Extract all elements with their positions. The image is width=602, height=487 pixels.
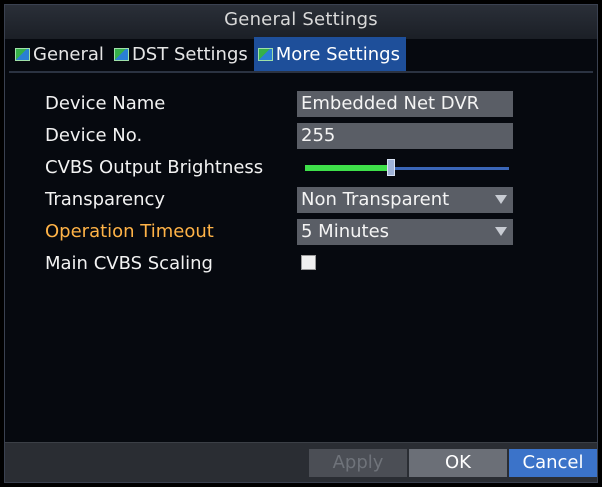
transparency-select[interactable]: Non Transparent bbox=[297, 187, 513, 213]
device-name-field[interactable]: Embedded Net DVR bbox=[297, 91, 513, 117]
tab-general-label: General bbox=[33, 43, 104, 65]
window-title: General Settings bbox=[224, 9, 378, 30]
settings-panel: Device Name Embedded Net DVR Device No. … bbox=[9, 71, 593, 441]
tab-dst-label: DST Settings bbox=[131, 43, 248, 65]
title-bar: General Settings bbox=[5, 5, 597, 39]
transparency-label: Transparency bbox=[45, 189, 166, 210]
device-name-row: Device Name Embedded Net DVR bbox=[9, 89, 593, 119]
tab-bar: General DST Settings More Settings bbox=[11, 37, 406, 71]
operation-timeout-select[interactable]: 5 Minutes bbox=[297, 219, 513, 245]
device-no-label: Device No. bbox=[45, 125, 143, 146]
tab-more-label: More Settings bbox=[275, 43, 400, 65]
tab-general-icon bbox=[15, 47, 30, 61]
transparency-row: Transparency Non Transparent bbox=[9, 185, 593, 215]
tab-dst-settings[interactable]: DST Settings bbox=[110, 37, 254, 71]
operation-timeout-row: Operation Timeout 5 Minutes bbox=[9, 217, 593, 247]
general-settings-window: General Settings General DST Settings Mo… bbox=[4, 4, 598, 483]
chevron-down-icon bbox=[495, 227, 507, 236]
main-cvbs-scaling-checkbox[interactable] bbox=[301, 255, 316, 270]
device-no-field[interactable]: 255 bbox=[297, 123, 513, 149]
operation-timeout-label: Operation Timeout bbox=[45, 221, 214, 242]
main-cvbs-scaling-row: Main CVBS Scaling bbox=[9, 249, 593, 279]
device-name-label: Device Name bbox=[45, 93, 166, 114]
cvbs-brightness-label: CVBS Output Brightness bbox=[45, 157, 264, 178]
operation-timeout-value: 5 Minutes bbox=[301, 221, 390, 242]
tab-dst-icon bbox=[113, 47, 129, 61]
device-no-row: Device No. 255 bbox=[9, 121, 593, 151]
tab-general[interactable]: General bbox=[11, 37, 110, 71]
apply-button[interactable]: Apply bbox=[309, 449, 407, 477]
brightness-slider[interactable] bbox=[305, 153, 509, 183]
transparency-value: Non Transparent bbox=[301, 189, 450, 210]
cvbs-brightness-row: CVBS Output Brightness bbox=[9, 153, 593, 183]
cancel-button[interactable]: Cancel bbox=[509, 449, 597, 477]
main-cvbs-scaling-label: Main CVBS Scaling bbox=[45, 253, 213, 274]
tab-more-icon bbox=[257, 47, 273, 61]
slider-fill bbox=[305, 165, 391, 171]
chevron-down-icon bbox=[495, 195, 507, 204]
ok-button[interactable]: OK bbox=[409, 449, 507, 477]
tab-more-settings[interactable]: More Settings bbox=[253, 37, 406, 71]
slider-thumb[interactable] bbox=[386, 159, 395, 176]
button-bar: Apply OK Cancel bbox=[5, 442, 597, 482]
